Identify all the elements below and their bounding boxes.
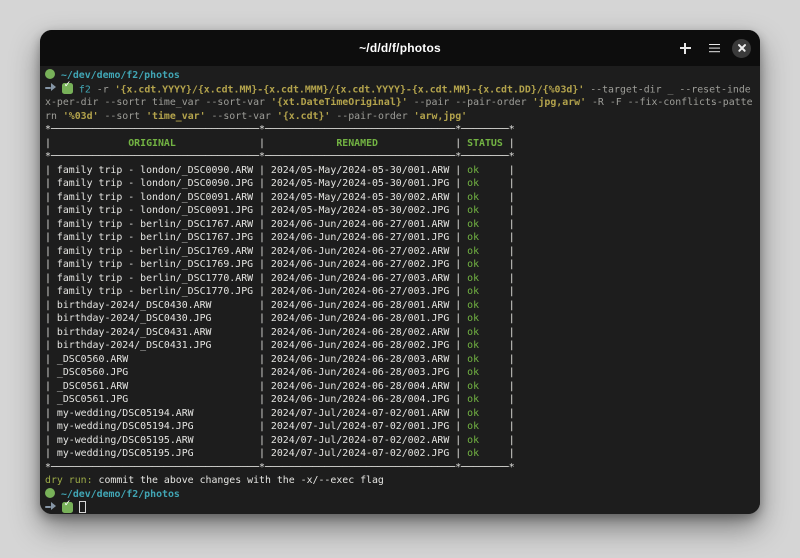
table-row: | family trip - berlin/_DSC1767.ARW | 20…	[45, 218, 755, 232]
menu-button[interactable]	[703, 37, 725, 59]
table-border: *───────────────────────────────────*───…	[45, 461, 755, 475]
table-row: | family trip - london/_DSC0091.ARW | 20…	[45, 191, 755, 205]
input-line	[45, 501, 755, 514]
green-checkbox-icon	[62, 502, 73, 513]
prompt-line: ~/dev/demo/f2/photos	[45, 69, 755, 83]
table-row: | family trip - london/_DSC0090.ARW | 20…	[45, 164, 755, 178]
table-row: | birthday-2024/_DSC0430.ARW | 2024/06-J…	[45, 299, 755, 313]
table-row: | family trip - berlin/_DSC1769.ARW | 20…	[45, 245, 755, 259]
titlebar[interactable]: ~/d/d/f/photos	[40, 30, 760, 66]
plus-icon	[680, 43, 691, 54]
menu-icon	[709, 44, 720, 53]
prompt-line: ~/dev/demo/f2/photos	[45, 488, 755, 502]
close-button[interactable]	[732, 39, 751, 58]
table-row: | birthday-2024/_DSC0431.JPG | 2024/06-J…	[45, 339, 755, 353]
table-row: | _DSC0560.ARW | 2024/06-Jun/2024-06-28/…	[45, 353, 755, 367]
window-controls	[674, 30, 751, 66]
dry-run-message: dry run: commit the above changes with t…	[45, 474, 755, 488]
table-row: | my-wedding/DSC05195.ARW | 2024/07-Jul/…	[45, 434, 755, 448]
table-row: | _DSC0560.JPG | 2024/06-Jun/2024-06-28/…	[45, 366, 755, 380]
table-row: | family trip - berlin/_DSC1770.ARW | 20…	[45, 272, 755, 286]
green-circle-icon	[45, 488, 55, 498]
command-line: f2 -r '{x.cdt.YYYY}/{x.cdt.MM}-{x.cdt.MM…	[45, 83, 755, 97]
terminal-window: ~/d/d/f/photos ~/dev/demo/f2/photos f2 -…	[40, 30, 760, 514]
table-row: | my-wedding/DSC05194.JPG | 2024/07-Jul/…	[45, 420, 755, 434]
command-line: x-per-dir --sortr time_var --sort-var '{…	[45, 96, 755, 110]
table-header-row: | ORIGINAL | RENAMED | STATUS |	[45, 137, 755, 151]
table-row: | my-wedding/DSC05194.ARW | 2024/07-Jul/…	[45, 407, 755, 421]
new-tab-button[interactable]	[674, 37, 696, 59]
arrow-icon	[45, 502, 56, 512]
table-border: *───────────────────────────────────*───…	[45, 150, 755, 164]
table-row: | my-wedding/DSC05195.JPG | 2024/07-Jul/…	[45, 447, 755, 461]
table-row: | _DSC0561.ARW | 2024/06-Jun/2024-06-28/…	[45, 380, 755, 394]
table-row: | family trip - berlin/_DSC1767.JPG | 20…	[45, 231, 755, 245]
terminal-screen[interactable]: ~/dev/demo/f2/photos f2 -r '{x.cdt.YYYY}…	[40, 66, 760, 514]
green-circle-icon	[45, 69, 55, 79]
window-title: ~/d/d/f/photos	[359, 41, 441, 55]
block-cursor	[79, 501, 86, 513]
table-row: | family trip - london/_DSC0090.JPG | 20…	[45, 177, 755, 191]
table-row: | _DSC0561.JPG | 2024/06-Jun/2024-06-28/…	[45, 393, 755, 407]
close-icon	[737, 44, 746, 53]
table-border: *───────────────────────────────────*───…	[45, 123, 755, 137]
command-line: rn '%03d' --sort 'time_var' --sort-var '…	[45, 110, 755, 124]
table-row: | birthday-2024/_DSC0430.JPG | 2024/06-J…	[45, 312, 755, 326]
table-row: | family trip - london/_DSC0091.JPG | 20…	[45, 204, 755, 218]
table-row: | family trip - berlin/_DSC1770.JPG | 20…	[45, 285, 755, 299]
green-checkbox-icon	[62, 83, 73, 94]
arrow-icon	[45, 83, 56, 93]
table-row: | family trip - berlin/_DSC1769.JPG | 20…	[45, 258, 755, 272]
table-row: | birthday-2024/_DSC0431.ARW | 2024/06-J…	[45, 326, 755, 340]
